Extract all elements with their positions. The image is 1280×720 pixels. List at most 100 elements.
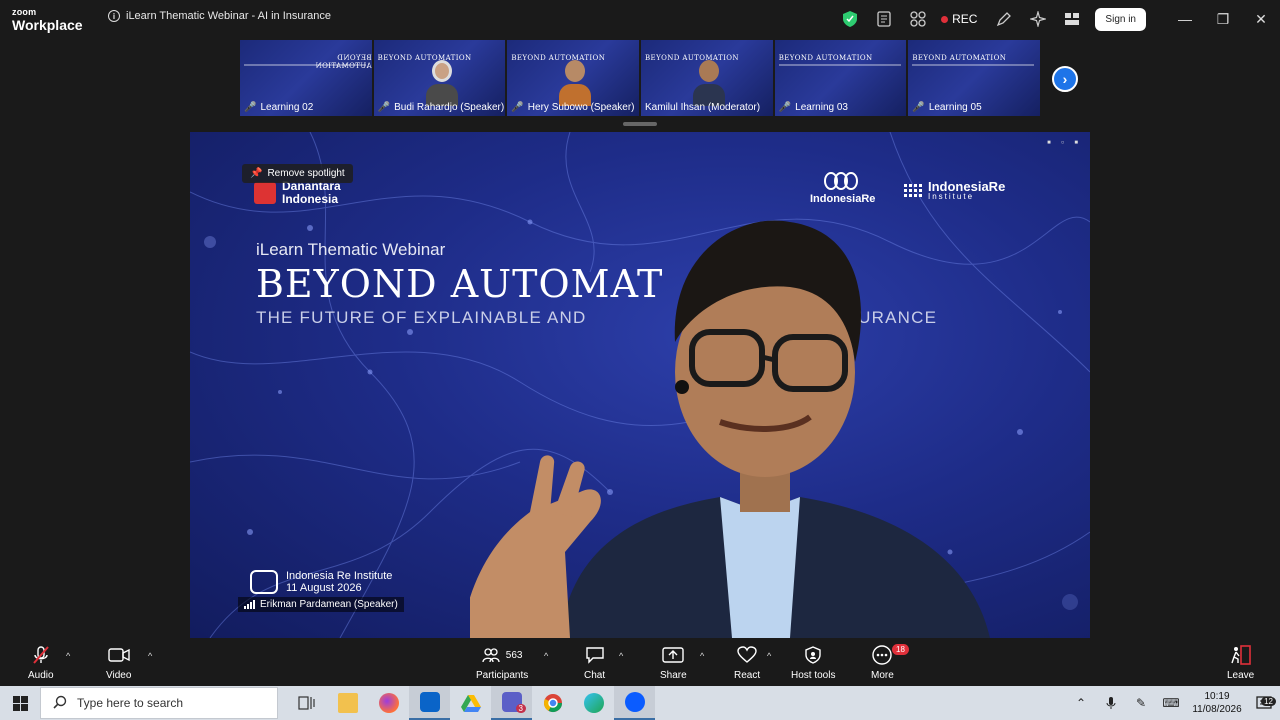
thumb-slide-subtitle [244,64,366,66]
notification-count: 12 [1261,697,1276,706]
whiteboard-pen-icon[interactable] [987,0,1021,38]
participant-thumbnail[interactable]: BEYOND AUTOMATION 🎤 Budi Rahardjo (Speake… [373,40,506,116]
chrome-icon[interactable] [532,686,573,720]
mic-muted-icon: 🎤 [511,102,524,113]
heart-icon [737,644,757,666]
resize-drag-handle[interactable] [623,122,657,126]
recording-indicator[interactable]: REC [935,12,987,26]
participant-thumbnail[interactable]: BEYOND AUTOMATION 🎤 Learning 05 [908,40,1041,116]
sign-in-button[interactable]: Sign in [1095,7,1146,31]
search-icon [53,695,67,712]
info-icon[interactable]: i [108,10,120,22]
close-icon[interactable]: ✕ [1242,0,1280,38]
leave-button[interactable]: Leave [1227,644,1254,681]
thumb-label: Learning 05 [928,102,982,113]
taskbar-clock[interactable]: 10:19 11/08/2026 [1186,690,1248,716]
zoom-workplace-logo: zoom Workplace [12,7,83,33]
participants-count: 563 [505,649,523,661]
tray-keyboard-icon[interactable]: ⌨ [1156,686,1186,720]
apps-icon[interactable] [901,0,935,38]
clock-time: 10:19 [1204,691,1230,702]
share-options-caret[interactable]: ^ [700,651,704,661]
thumb-slide-title: BEYOND AUTOMATION [315,54,372,70]
more-button[interactable]: More [871,644,894,681]
audio-button[interactable]: Audio [28,644,54,681]
mini-logo: ■ [1047,140,1051,146]
participants-options-caret[interactable]: ^ [544,651,548,661]
restore-icon[interactable]: ❐ [1204,0,1242,38]
slide-subtitle: iLearn Thematic Webinar [256,240,446,259]
participant-video [559,60,592,108]
meeting-title[interactable]: i iLearn Thematic Webinar - AI in Insura… [108,10,331,22]
task-view-icon[interactable] [286,686,327,720]
participant-thumbnail[interactable]: BEYOND AUTOMATION 🎤 Hery Subowo (Speaker) [507,40,640,116]
participant-thumbnails: BEYOND AUTOMATION 🎤 Learning 02 BEYOND AU… [240,40,1041,116]
main-speaker-video: ■ ○ ■ Danantara Indonesia 📌 Remove spotl… [190,132,1090,638]
mini-logo: ■ [1074,140,1078,146]
meeting-title-text: iLearn Thematic Webinar - AI in Insuranc… [126,10,332,22]
share-label: Share [660,670,687,681]
notes-icon[interactable] [867,0,901,38]
danantara-logo: Danantara Indonesia [254,180,341,205]
react-button[interactable]: React [734,644,760,681]
mic-muted-icon: 🎤 [244,102,257,113]
video-button[interactable]: Video [106,644,131,681]
windows-logo-icon [12,695,28,711]
next-page-chevron-icon[interactable]: › [1052,66,1078,92]
notification-center-icon[interactable]: 12 [1248,696,1280,710]
leave-label: Leave [1227,670,1255,681]
outlook-icon[interactable] [409,686,450,720]
remove-spotlight-button[interactable]: 📌 Remove spotlight [242,164,353,183]
thumb-slide-subtitle [912,64,1035,66]
host-tools-button[interactable]: Host tools [791,644,835,681]
share-button[interactable]: Share [660,644,687,681]
view-layout-icon[interactable] [1055,0,1089,38]
more-label: More [871,670,894,681]
tray-pen-icon[interactable]: ✎ [1126,686,1156,720]
tray-chevron-up-icon[interactable]: ⌃ [1066,686,1096,720]
tray-microphone-icon[interactable] [1096,686,1126,720]
brand-big: Workplace [12,17,83,33]
org-date: 11 August 2026 [286,582,362,595]
brand-small: zoom [12,7,37,17]
audio-label: Audio [28,670,54,681]
chat-button[interactable]: Chat [584,644,605,681]
participant-thumbnail[interactable]: BEYOND AUTOMATION 🎤 Learning 03 [774,40,907,116]
participants-button[interactable]: 563 Participants [476,644,528,681]
chat-bubble-icon [585,644,605,666]
react-label: React [734,670,761,681]
more-badge: 18 [892,644,909,655]
chat-options-caret[interactable]: ^ [619,651,623,661]
audio-options-caret[interactable]: ^ [66,651,70,661]
teams-icon[interactable]: 3 [491,686,532,720]
firefox-icon[interactable] [368,686,409,720]
zoom-icon[interactable] [614,686,655,720]
indonesiare-institute-logo: IndonesiaRe Institute [904,180,1005,201]
signal-bars-icon [244,600,255,609]
windows-start-button[interactable] [0,686,40,720]
participant-thumbnail[interactable]: BEYOND AUTOMATION 🎤 Learning 02 [240,40,372,116]
teams-badge: 3 [515,704,526,713]
edge-icon[interactable] [573,686,614,720]
thumb-label: Budi Rahardjo (Speaker) [394,102,505,113]
pin-icon: 📌 [250,168,263,179]
taskbar-search-box[interactable]: Type here to search [40,687,278,719]
participant-video [425,60,458,108]
video-options-caret[interactable]: ^ [148,651,152,661]
ai-companion-icon[interactable] [1021,0,1055,38]
host-shield-icon [805,644,821,666]
participant-thumbnail[interactable]: BEYOND AUTOMATION Kamilul Ihsan (Moderat… [641,40,773,116]
org-name: Indonesia Re Institute [286,570,393,582]
institute-sub: Institute [928,192,975,201]
react-options-caret[interactable]: ^ [767,651,771,661]
search-placeholder: Type here to search [77,696,184,710]
meeting-toolbar: Audio ^ Video ^ 563 Participants ^ Chat … [0,638,1280,686]
mic-muted-icon: 🎤 [778,102,792,113]
thumb-slide-title: BEYOND AUTOMATION [912,54,1007,62]
security-shield-icon[interactable] [833,0,867,38]
minimize-icon[interactable]: — [1166,0,1204,38]
title-bar: zoom Workplace i iLearn Thematic Webinar… [0,0,1280,38]
video-label: Video [106,670,132,681]
file-explorer-icon[interactable] [327,686,368,720]
google-drive-icon[interactable] [450,686,491,720]
